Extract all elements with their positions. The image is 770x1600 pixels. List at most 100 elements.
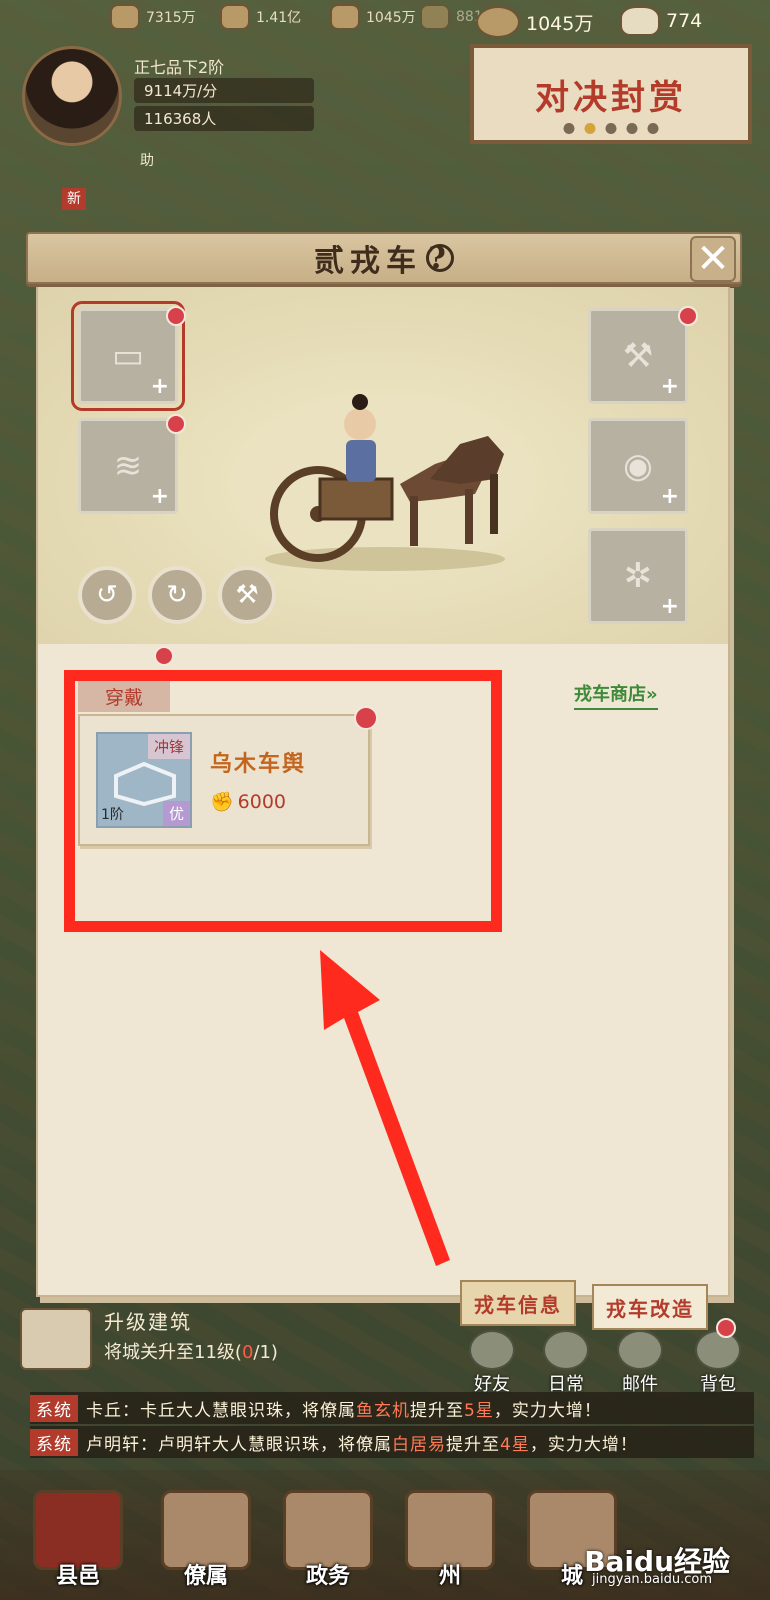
system-text: ，实力大增！: [529, 1434, 638, 1455]
system-text: 卢明轩：卢明轩大人慧眼识珠，将僚属: [86, 1434, 392, 1455]
quest-desc-prefix: 将城关升至11级(: [104, 1342, 242, 1363]
axle-icon: ◉: [623, 446, 653, 486]
baidu-watermark-url: jingyan.baidu.com: [592, 1572, 712, 1587]
pager-dot-active: [584, 123, 596, 134]
coins-counter[interactable]: 1045万: [476, 6, 593, 38]
horse-harness-icon: ⚒: [622, 336, 654, 376]
system-message: 系统 卢明轩：卢明轩大人慧眼识珠，将僚属 白居易 提升至 4星 ，实力大增！: [30, 1426, 754, 1458]
wood-icon: [110, 4, 140, 30]
system-tag: 系统: [30, 1394, 78, 1422]
quest-tracker[interactable]: 升级建筑 将城关升至11级(0/1): [20, 1300, 440, 1374]
rotate-right-button[interactable]: ↻: [148, 566, 206, 624]
pager-dot: [605, 123, 617, 134]
red-dot-notification: [166, 306, 186, 326]
income-line: 9114万/分: [134, 78, 314, 103]
slot-chariot-body[interactable]: ▭ +: [71, 301, 185, 411]
daily-icon: [543, 1330, 589, 1370]
system-message: 系统 卡丘：卡丘大人慧眼识珠，将僚属 鱼玄机 提升至 5星 ，实力大增！: [30, 1392, 754, 1424]
coin-pile-icon: [476, 6, 520, 38]
resource-2-value: 1.41亿: [256, 10, 302, 26]
plus-icon: +: [660, 374, 679, 399]
pager-dot: [626, 123, 638, 134]
rotate-left-button[interactable]: ↺: [78, 566, 136, 624]
nav-affairs[interactable]: 政务: [272, 1474, 384, 1590]
nav-state-label: 州: [438, 1563, 461, 1589]
nav-city-label: 城: [560, 1563, 583, 1589]
highlight-box: [64, 670, 502, 932]
helper-label[interactable]: 助: [140, 150, 154, 170]
banner-pager: [563, 123, 659, 134]
hammer-icon: ⚒: [235, 580, 259, 610]
slot-rope[interactable]: ≋ +: [78, 418, 178, 514]
scroll-icon: [20, 1308, 92, 1370]
ingot-icon: [620, 6, 660, 36]
help-icon[interactable]: ?: [426, 241, 454, 276]
friends-button[interactable]: 好友: [460, 1330, 524, 1396]
slot-axle[interactable]: ◉ +: [588, 418, 688, 514]
tab-chariot-modify[interactable]: 戎车改造: [592, 1284, 708, 1330]
system-highlight-stars: 4星: [500, 1434, 530, 1455]
red-dot-notification: [678, 306, 698, 326]
red-dot-notification: [166, 414, 186, 434]
system-text: ，实力大增！: [493, 1400, 602, 1421]
plus-icon: +: [660, 484, 679, 509]
rank-line: 正七品下2阶: [134, 54, 224, 78]
slot-wheel[interactable]: ✲ +: [588, 528, 688, 624]
chariot-frame-icon: ▭: [111, 336, 145, 376]
driver-hair-bun: [352, 394, 368, 410]
quest-progress: 0: [241, 1342, 254, 1363]
nav-county-label: 县邑: [55, 1563, 100, 1589]
duel-reward-banner[interactable]: 对决封赏: [470, 44, 752, 144]
dialog-titlebar: 贰戎车 ?: [26, 232, 742, 284]
nav-county[interactable]: 县邑: [22, 1474, 134, 1590]
ingots-counter[interactable]: 774: [620, 6, 702, 36]
chariot-scene: ▭ + ≋ + ⚒ + ◉ + ✲ + ↺ ↻ ⚒: [38, 284, 728, 644]
red-dot-notification: [154, 646, 174, 666]
nav-officials[interactable]: 僚属: [150, 1474, 262, 1590]
player-rank: 正七品下2阶: [134, 58, 225, 77]
resource-1: 7315万: [110, 4, 196, 30]
nav-affairs-label: 政务: [305, 1563, 350, 1589]
player-population: 116368人: [134, 106, 314, 131]
system-tag: 系统: [30, 1428, 78, 1456]
quest-title: 升级建筑: [104, 1310, 192, 1334]
tab-chariot-info[interactable]: 戎车信息: [460, 1280, 576, 1326]
ingots-value: 774: [666, 10, 703, 32]
forge-button[interactable]: ⚒: [218, 566, 276, 624]
bag-icon: [695, 1330, 741, 1370]
coins-value: 1045万: [526, 12, 594, 35]
nav-officials-label: 僚属: [183, 1563, 228, 1589]
system-highlight-name: 白居易: [392, 1434, 446, 1455]
coin-icon: [420, 4, 450, 30]
nav-state[interactable]: 州: [394, 1474, 506, 1590]
daily-button[interactable]: 日常: [534, 1330, 598, 1396]
resource-3-value: 1045万: [366, 10, 416, 26]
plus-icon: +: [660, 594, 679, 619]
close-button[interactable]: ✕: [690, 236, 736, 282]
slot-horses[interactable]: ⚒ +: [588, 308, 688, 404]
resource-3: 1045万: [330, 4, 416, 30]
mail-button[interactable]: 邮件: [608, 1330, 672, 1396]
driver-head: [344, 408, 376, 440]
system-highlight-stars: 5星: [464, 1400, 494, 1421]
resource-2: 1.41亿: [220, 4, 301, 30]
new-badge: 新: [62, 188, 86, 210]
quest-desc-suffix: /1): [253, 1342, 278, 1363]
mail-icon: [617, 1330, 663, 1370]
stone-icon: [330, 4, 360, 30]
chariot-shop-link[interactable]: 戎车商店»: [574, 680, 658, 710]
friends-icon: [469, 1330, 515, 1370]
chariot-box: [318, 477, 394, 521]
pager-dot: [647, 123, 659, 134]
system-text: 提升至: [410, 1400, 464, 1421]
quest-desc: 将城关升至11级(0/1): [104, 1338, 278, 1364]
driver-body: [346, 440, 376, 482]
player-income: 9114万/分: [134, 78, 314, 103]
pager-dot: [563, 123, 575, 134]
bag-button[interactable]: 背包: [686, 1330, 750, 1396]
horse-leg: [465, 489, 473, 544]
player-avatar[interactable]: [22, 46, 122, 146]
rotate-right-icon: ↻: [166, 580, 188, 610]
system-text: 提升至: [446, 1434, 500, 1455]
system-text: 卡丘：卡丘大人慧眼识珠，将僚属: [86, 1400, 356, 1421]
